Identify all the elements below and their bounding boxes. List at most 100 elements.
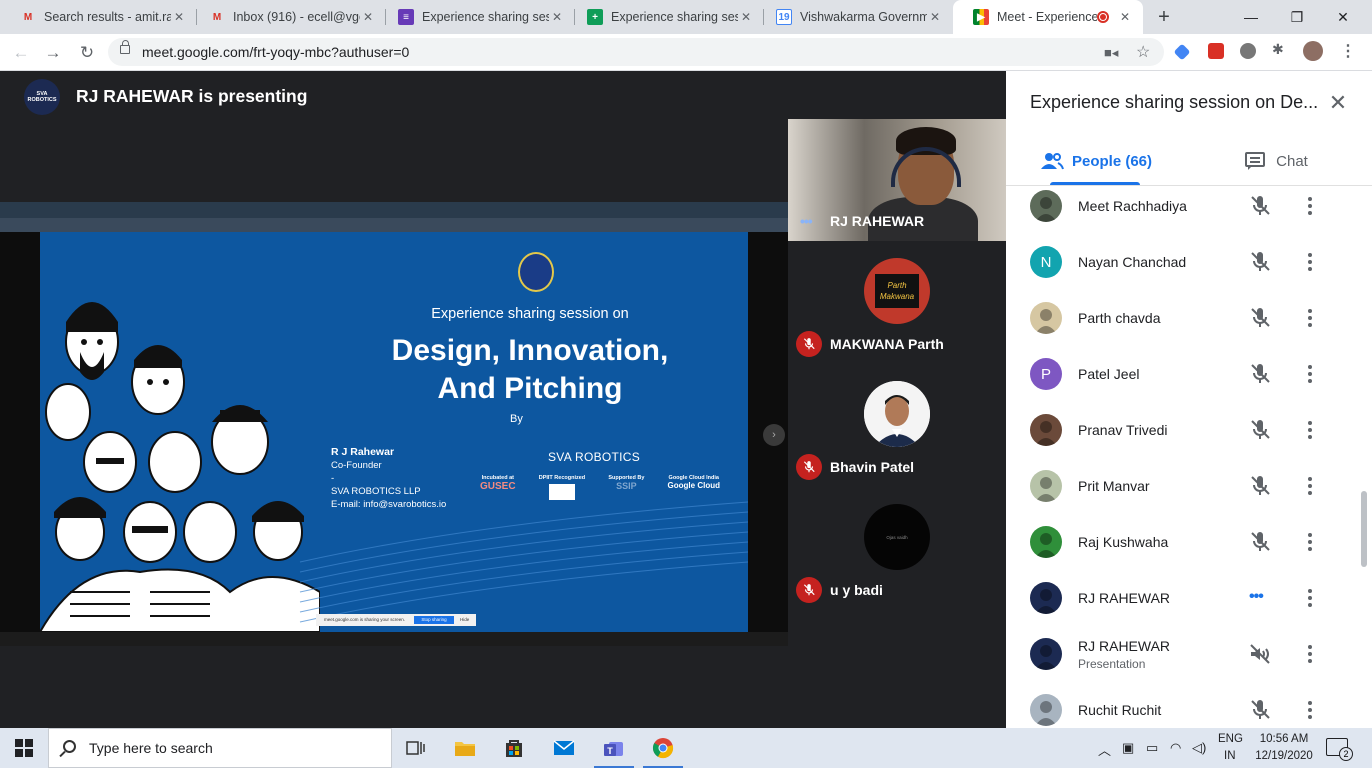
- mail-icon[interactable]: [540, 728, 588, 768]
- participant-row[interactable]: RJ RAHEWAR Presentation: [1006, 630, 1372, 686]
- ssip-logo: SSIP: [616, 481, 637, 491]
- reload-button[interactable]: ↻: [74, 40, 100, 66]
- bookmark-star-icon[interactable]: ☆: [1136, 42, 1150, 62]
- pdf-extension-icon[interactable]: [1208, 43, 1224, 59]
- more-options-icon[interactable]: [1298, 418, 1322, 442]
- close-icon[interactable]: ✕: [1324, 89, 1352, 117]
- browser-tab-active[interactable]: ▶ Meet - Experience ✕: [953, 0, 1143, 34]
- new-tab-button[interactable]: +: [1152, 6, 1176, 30]
- participant-row[interactable]: Prit Manvar: [1006, 462, 1372, 518]
- mic-off-icon[interactable]: [1248, 250, 1272, 274]
- extension-icon[interactable]: [1240, 43, 1256, 59]
- taskbar-search-box[interactable]: Type here to search: [48, 728, 392, 768]
- speaking-indicator-icon: •••: [1249, 588, 1264, 605]
- avatar-text: Ojas vaidh: [886, 534, 908, 540]
- more-options-icon[interactable]: [1298, 306, 1322, 330]
- stop-sharing-button[interactable]: Stop sharing: [414, 616, 454, 624]
- mic-off-icon[interactable]: [1248, 698, 1272, 722]
- participant-row[interactable]: Pranav Trivedi: [1006, 406, 1372, 462]
- hide-button[interactable]: Hide: [460, 614, 469, 626]
- minimize-button[interactable]: —: [1228, 0, 1274, 34]
- menu-icon[interactable]: ⋮: [1340, 41, 1356, 60]
- close-icon[interactable]: ✕: [738, 9, 754, 25]
- meet-camera-icon[interactable]: ▣: [1122, 740, 1134, 756]
- profile-avatar[interactable]: [1303, 41, 1323, 61]
- close-icon[interactable]: ✕: [360, 9, 376, 25]
- chevron-right-icon[interactable]: ›: [763, 424, 785, 446]
- institute-emblem: [518, 252, 554, 292]
- mic-off-icon: [796, 454, 822, 480]
- browser-tab[interactable]: M Search results - amit.rat ✕: [0, 0, 197, 34]
- mic-off-icon[interactable]: [1248, 306, 1272, 330]
- mic-off-icon[interactable]: [1248, 530, 1272, 554]
- dpiit-logo: [548, 484, 575, 500]
- participant-row[interactable]: Meet Rachhadiya: [1006, 186, 1372, 238]
- more-options-icon[interactable]: [1298, 698, 1322, 722]
- restore-button[interactable]: ❐: [1274, 0, 1320, 34]
- participant-row[interactable]: Ruchit Ruchit: [1006, 686, 1372, 728]
- slide-subtitle: Experience sharing session on: [431, 306, 629, 322]
- browser-tab[interactable]: M Inbox (916) - ecell@vge ✕: [189, 0, 386, 34]
- google-forms-icon: ≡: [398, 9, 414, 25]
- participant-row[interactable]: Raj Kushwaha: [1006, 518, 1372, 574]
- chevron-up-icon[interactable]: ︿: [1098, 740, 1111, 759]
- cloud-block: Google Cloud India Google Cloud: [668, 475, 720, 500]
- participant-row[interactable]: P Patel Jeel: [1006, 350, 1372, 406]
- more-options-icon[interactable]: [1298, 250, 1322, 274]
- windows-start-button[interactable]: [0, 728, 48, 768]
- camera-icon[interactable]: ■◂: [1104, 45, 1118, 61]
- system-clock[interactable]: 10:56 AM 12/19/2020: [1252, 731, 1316, 765]
- google-calendar-icon: 19: [776, 9, 792, 25]
- google-sheets-icon: +: [587, 9, 603, 25]
- battery-icon[interactable]: ▭: [1146, 740, 1158, 756]
- file-explorer-icon[interactable]: [441, 728, 489, 768]
- speaker-dash: -: [331, 473, 335, 484]
- store-icon[interactable]: [490, 728, 538, 768]
- task-view-icon[interactable]: [392, 728, 440, 768]
- people-icon: [1040, 153, 1064, 170]
- close-icon[interactable]: ✕: [927, 9, 943, 25]
- participant-avatar: Parth Makwana: [864, 258, 930, 324]
- more-options-icon[interactable]: [1298, 474, 1322, 498]
- more-options-icon[interactable]: [1298, 642, 1322, 666]
- participant-row[interactable]: Parth chavda: [1006, 294, 1372, 350]
- share-notice-bar: meet.google.com is sharing your screen. …: [316, 614, 476, 626]
- back-button[interactable]: ←: [8, 40, 34, 66]
- mic-off-icon[interactable]: [1248, 418, 1272, 442]
- participant-row[interactable]: N Nayan Chanchad: [1006, 238, 1372, 294]
- forward-button[interactable]: →: [40, 40, 66, 66]
- participant-name: Raj Kushwaha: [1078, 534, 1169, 550]
- puzzle-icon[interactable]: ✱: [1272, 41, 1288, 57]
- avatar: [1030, 526, 1062, 558]
- more-options-icon[interactable]: [1298, 194, 1322, 218]
- browser-tab[interactable]: 19 Vishwakarma Governme ✕: [756, 0, 953, 34]
- language-indicator[interactable]: ENG IN: [1218, 731, 1243, 765]
- close-icon[interactable]: ✕: [171, 9, 187, 25]
- participant-name: Ruchit Ruchit: [1078, 702, 1162, 718]
- more-options-icon[interactable]: [1298, 586, 1322, 610]
- tab-chat[interactable]: Chat: [1186, 137, 1366, 185]
- wifi-icon[interactable]: ◠: [1170, 740, 1181, 756]
- teams-icon[interactable]: T: [590, 728, 638, 768]
- scrollbar[interactable]: [1361, 491, 1367, 567]
- address-bar[interactable]: meet.google.com/frt-yoqy-mbc?authuser=0 …: [108, 38, 1164, 66]
- mic-off-icon[interactable]: [1248, 474, 1272, 498]
- more-options-icon[interactable]: [1298, 362, 1322, 386]
- participant-row[interactable]: RJ RAHEWAR •••: [1006, 574, 1372, 630]
- more-options-icon[interactable]: [1298, 530, 1322, 554]
- volume-icon[interactable]: ◁): [1192, 740, 1206, 756]
- browser-tab[interactable]: ≡ Experience sharing sess ✕: [378, 0, 575, 34]
- search-icon: [63, 740, 76, 753]
- mic-off-icon[interactable]: [1248, 362, 1272, 386]
- browser-tab[interactable]: + Experience sharing sess ✕: [567, 0, 764, 34]
- chrome-icon[interactable]: [639, 728, 687, 768]
- audio-off-icon[interactable]: [1248, 642, 1272, 666]
- tab-people[interactable]: People (66): [1006, 137, 1186, 185]
- mic-off-icon[interactable]: [1248, 194, 1272, 218]
- close-window-button[interactable]: ✕: [1320, 0, 1366, 34]
- close-icon[interactable]: ✕: [1117, 9, 1133, 25]
- participant-name: Bhavin Patel: [830, 459, 915, 475]
- notification-center-icon[interactable]: 2: [1326, 738, 1353, 761]
- participant-avatar: Ojas vaidh: [864, 504, 930, 570]
- close-icon[interactable]: ✕: [549, 9, 565, 25]
